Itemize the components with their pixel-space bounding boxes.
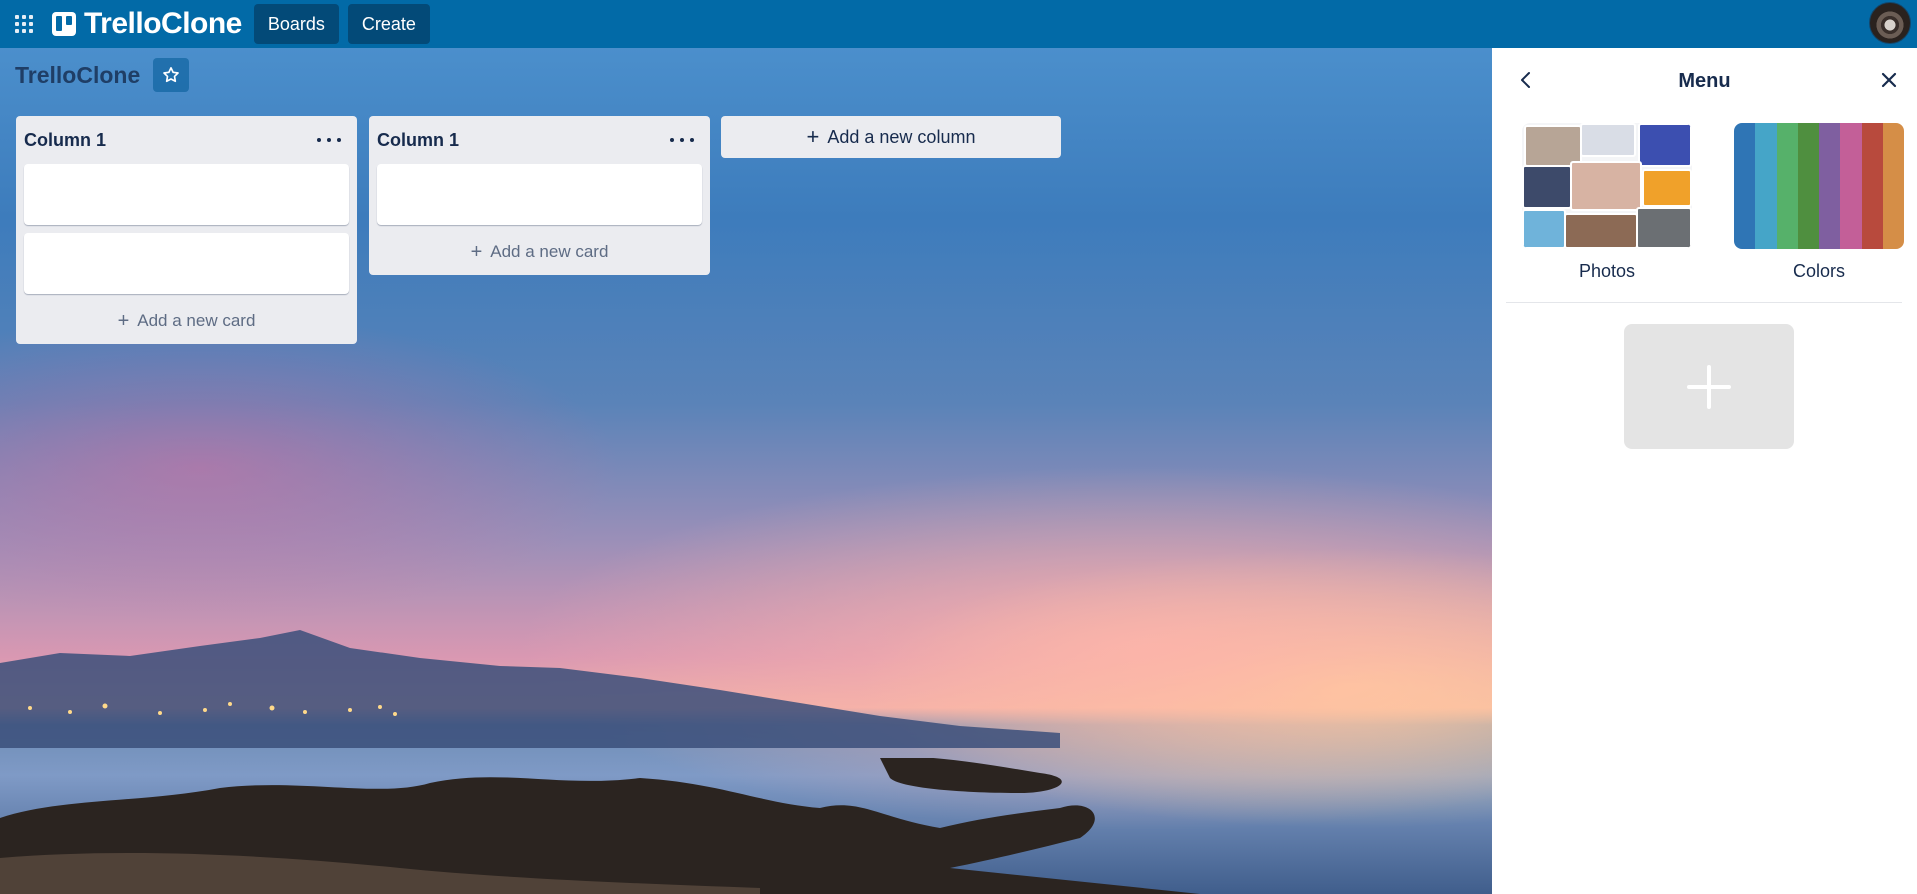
color-swatch [1797, 123, 1819, 249]
menu-title: Menu [1678, 70, 1731, 92]
menu-divider [1506, 302, 1902, 303]
mountain-silhouette [0, 630, 1060, 748]
color-swatch [1776, 123, 1798, 249]
color-swatch [1755, 123, 1777, 249]
shoreline-rocks [0, 758, 1200, 894]
column-header: Column 1 [16, 116, 357, 164]
column-more-icon[interactable] [670, 134, 694, 146]
color-swatch [1861, 123, 1883, 249]
create-button[interactable]: Create [347, 4, 430, 44]
menu-header: Menu [1492, 48, 1917, 110]
app-switcher-icon[interactable] [10, 10, 38, 38]
add-custom-background-button[interactable] [1624, 324, 1794, 449]
top-nav-bar: TrelloClone Boards Create [0, 0, 1917, 48]
add-card-button[interactable]: + Add a new card [369, 229, 710, 275]
board-column: Column 1 + Add a new card [369, 116, 710, 275]
add-column-label: Add a new column [827, 126, 976, 147]
close-icon[interactable] [1877, 68, 1901, 92]
photos-thumbnail [1522, 123, 1692, 249]
colors-option[interactable]: Colors [1734, 123, 1904, 282]
color-swatch [1819, 123, 1841, 249]
plus-icon: + [806, 124, 820, 149]
boards-button[interactable]: Boards [253, 4, 339, 44]
board-title[interactable]: TrelloClone [15, 62, 140, 89]
star-board-button[interactable] [153, 58, 189, 92]
column-title[interactable]: Column 1 [377, 130, 459, 151]
column-title[interactable]: Column 1 [24, 130, 106, 151]
background-options: Photos Colors [1522, 123, 1904, 282]
app-logo[interactable]: TrelloClone [52, 7, 242, 41]
column-header: Column 1 [369, 116, 710, 164]
board-menu-panel: Menu Photos Colors [1492, 48, 1917, 894]
photos-option[interactable]: Photos [1522, 123, 1692, 282]
plus-icon: + [470, 241, 483, 263]
card[interactable] [377, 164, 702, 225]
photos-label: Photos [1578, 261, 1636, 281]
colors-thumbnail [1734, 123, 1904, 249]
column-more-icon[interactable] [317, 134, 341, 146]
colors-label: Colors [1792, 261, 1845, 281]
color-swatch [1734, 123, 1756, 249]
app-name: TrelloClone [84, 7, 242, 40]
add-column-button[interactable]: + Add a new column [721, 116, 1061, 158]
plus-icon: + [117, 310, 130, 332]
color-swatch [1840, 123, 1862, 249]
card[interactable] [24, 233, 349, 294]
star-icon [163, 67, 179, 83]
add-card-label: Add a new card [137, 311, 256, 330]
card[interactable] [24, 164, 349, 225]
add-card-label: Add a new card [490, 242, 609, 261]
user-avatar[interactable] [1869, 2, 1911, 44]
add-card-button[interactable]: + Add a new card [16, 298, 357, 344]
color-swatch [1882, 123, 1904, 249]
plus-icon [1687, 364, 1731, 409]
board-column: Column 1 + Add a new card [16, 116, 357, 344]
trello-board-icon [52, 12, 76, 36]
